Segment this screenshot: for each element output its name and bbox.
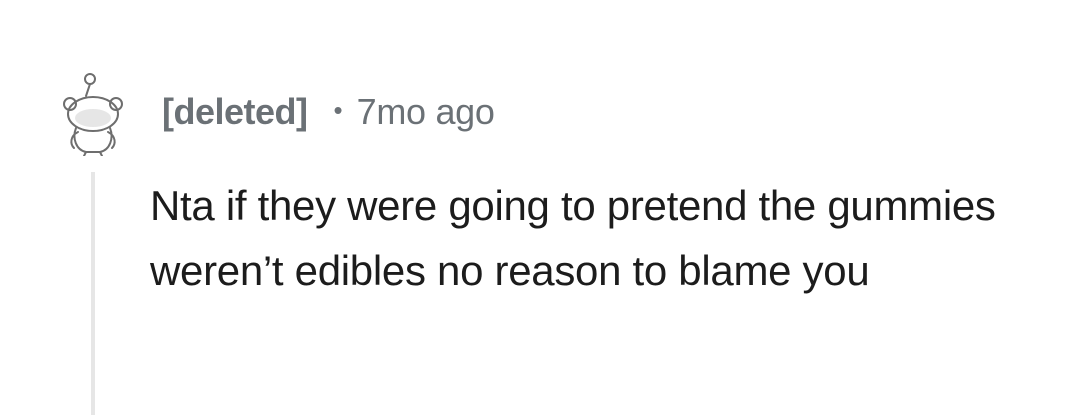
comment-body: Nta if they were going to pretend the gu… (150, 182, 996, 294)
comment-meta: [deleted] • 7mo ago (162, 88, 495, 136)
thread-line[interactable] (91, 172, 95, 415)
separator-dot: • (333, 94, 343, 125)
snoo-avatar-icon[interactable] (60, 70, 126, 157)
comment-timestamp: 7mo ago (356, 91, 495, 132)
author-username[interactable]: [deleted] (162, 91, 308, 133)
comment: [deleted] • 7mo ago Nta if they were goi… (0, 0, 1080, 415)
